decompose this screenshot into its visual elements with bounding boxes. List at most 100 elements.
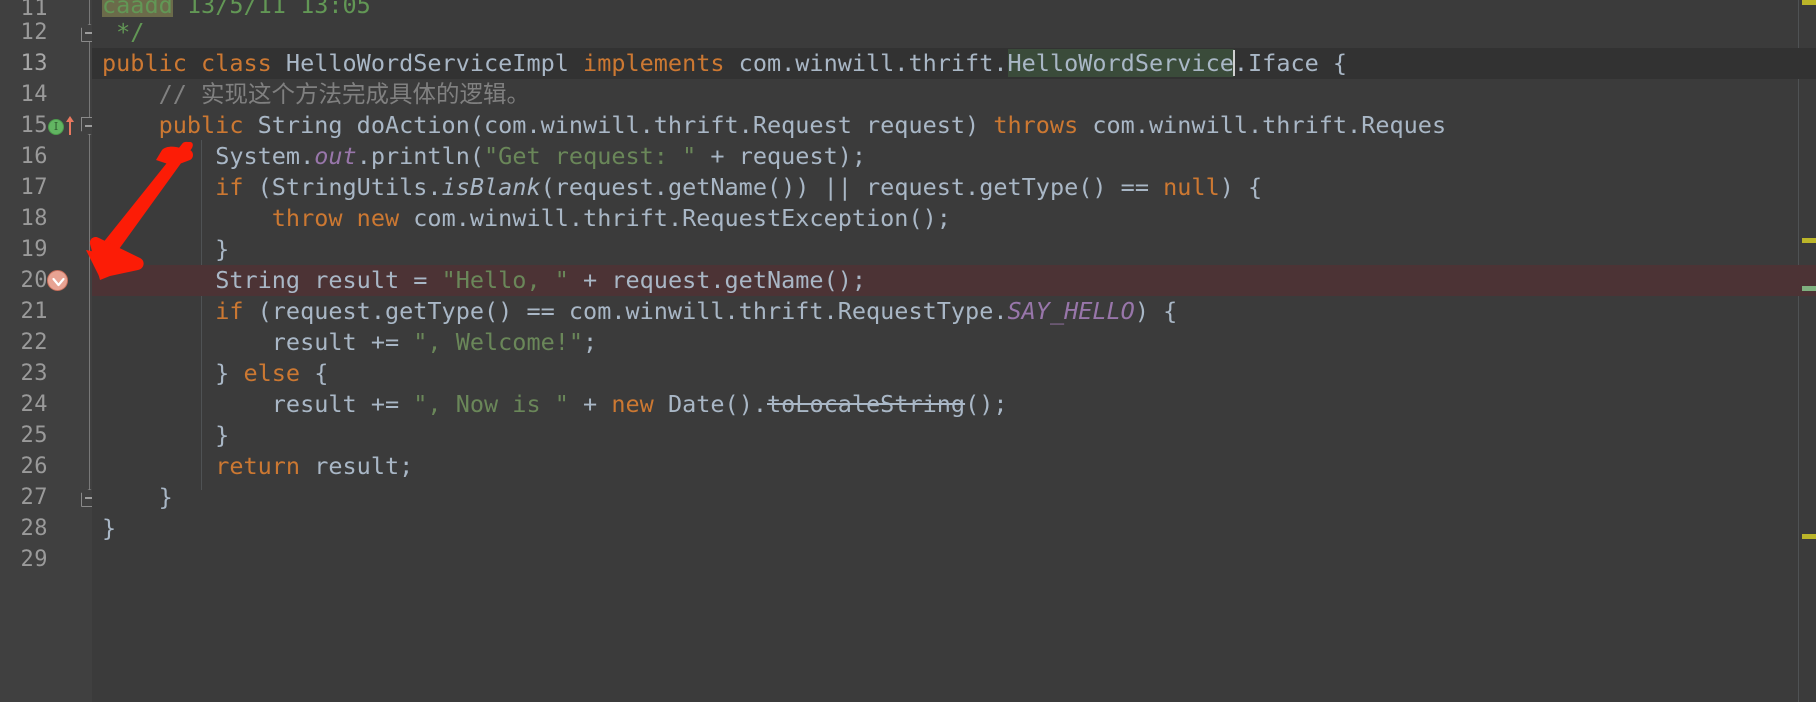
close-brace: } [102, 235, 230, 263]
info-marker[interactable] [1802, 286, 1816, 291]
code-line-17[interactable]: if (StringUtils.isBlank(request.getName(… [92, 172, 1816, 203]
code-line-19[interactable]: } [92, 234, 1816, 265]
line-number: 11 [20, 0, 48, 21]
result-declaration: String result = [215, 266, 442, 294]
concat-getname: + request.getName(); [568, 266, 867, 294]
warning-marker[interactable] [1802, 238, 1816, 243]
line-number: 21 [20, 299, 48, 324]
code-line-18[interactable]: throw new com.winwill.thrift.RequestExce… [92, 203, 1816, 234]
code-line-24[interactable]: result += ", Now is " + new Date().toLoc… [92, 389, 1816, 420]
code-line-11[interactable]: caadd 13/5/11 13:05 [92, 0, 1816, 17]
gutter-row-23[interactable]: 23 [0, 358, 92, 389]
code-line-22[interactable]: result += ", Welcome!"; [92, 327, 1816, 358]
gutter-row-15[interactable]: 15 I [0, 110, 98, 141]
editor-gutter[interactable]: 11 12 13 14 15 I 16 17 18 19 20 21 22 23… [0, 0, 98, 702]
gutter-row-12[interactable]: 12 [0, 17, 98, 48]
gutter-row-28[interactable]: 28 [0, 513, 92, 544]
gutter-row-20[interactable]: 20 [0, 265, 92, 296]
line-number: 23 [20, 361, 48, 386]
implementing-method-icon[interactable]: I [48, 116, 74, 135]
keyword-throw: throw [271, 204, 343, 232]
line-number: 29 [20, 547, 48, 572]
class-close-brace: } [102, 514, 117, 542]
gutter-row-19[interactable]: 19 [0, 234, 92, 265]
code-line-21[interactable]: if (request.getType() == com.winwill.thr… [92, 296, 1816, 327]
gutter-row-14[interactable]: 14 [0, 79, 92, 110]
out-field: out [314, 142, 357, 170]
code-line-12[interactable]: */ [92, 17, 1816, 48]
breakpoint-check-icon [52, 277, 65, 287]
code-text-area[interactable]: caadd 13/5/11 13:05 */ public class Hell… [92, 0, 1816, 702]
line-number: 13 [20, 51, 48, 76]
open-brace: { [300, 359, 329, 387]
code-line-28[interactable]: } [92, 513, 1816, 544]
string-literal-hello: "Hello, " [441, 266, 569, 294]
gutter-row-11[interactable]: 11 [0, 0, 92, 21]
code-line-27[interactable]: } [92, 482, 1816, 513]
line-number: 19 [20, 237, 48, 262]
interface-package: com.winwill.thrift. [724, 49, 1008, 77]
line-number: 26 [20, 454, 48, 479]
keyword-new: new [342, 204, 400, 232]
date-construction: Date(). [653, 390, 767, 418]
warning-marker[interactable] [1802, 534, 1816, 539]
line-comment-chinese: // 实现这个方法完成具体的逻辑。 [102, 80, 531, 108]
system-ref: System. [215, 142, 315, 170]
close-brace: } [102, 421, 230, 449]
gutter-row-22[interactable]: 22 [0, 327, 92, 358]
implementing-method-arrow-icon [66, 116, 74, 135]
gutter-row-29[interactable]: 29 [0, 544, 92, 575]
return-value: result; [300, 452, 414, 480]
code-line-25[interactable]: } [92, 420, 1816, 451]
warning-marker[interactable] [1802, 0, 1816, 5]
code-line-16[interactable]: System.out.println("Get request: " + req… [92, 141, 1816, 172]
concat-request: + request); [696, 142, 867, 170]
line-number: 25 [20, 423, 48, 448]
gutter-row-26[interactable]: 26 [0, 451, 92, 482]
code-line-14[interactable]: // 实现这个方法完成具体的逻辑。 [92, 79, 1816, 110]
gutter-row-25[interactable]: 25 [0, 420, 92, 451]
class-name: HelloWordServiceImpl [271, 49, 584, 77]
line-number: 28 [20, 516, 48, 541]
method-name: doAction [356, 111, 470, 139]
line-number: 24 [20, 392, 48, 417]
code-line-15[interactable]: public String doAction(com.winwill.thrif… [92, 110, 1816, 141]
gutter-row-21[interactable]: 21 [0, 296, 92, 327]
code-line-29[interactable] [92, 544, 1816, 575]
code-line-13[interactable]: public class HelloWordServiceImpl implem… [92, 48, 1816, 79]
keyword-null: null [1163, 173, 1220, 201]
line-number: 22 [20, 330, 48, 355]
line-number: 17 [20, 175, 48, 200]
code-line-23[interactable]: } else { [92, 358, 1816, 389]
gutter-row-13[interactable]: 13 [0, 48, 92, 79]
string-literal-welcome: ", Welcome!" [413, 328, 584, 356]
println-call: .println( [356, 142, 485, 170]
concat-op: + [568, 390, 612, 418]
keyword-return: return [215, 452, 301, 480]
keyword-if: if [215, 173, 244, 201]
keyword-public: public [158, 111, 244, 139]
semicolon: ; [583, 328, 598, 356]
call-close: (); [965, 390, 1008, 418]
gutter-row-16[interactable]: 16 [0, 141, 92, 172]
gutter-row-17[interactable]: 17 [0, 172, 92, 203]
gutter-row-18[interactable]: 18 [0, 203, 92, 234]
gutter-row-27[interactable]: 27 [0, 482, 98, 513]
isblank-static-method: isBlank [441, 173, 541, 201]
line-number: 14 [20, 82, 48, 107]
marker-gutter[interactable] [1802, 0, 1816, 702]
gutter-row-24[interactable]: 24 [0, 389, 92, 420]
breakpoint-verified-icon[interactable] [47, 270, 68, 291]
code-line-20[interactable]: String result = "Hello, " + request.getN… [92, 265, 1816, 296]
code-editor[interactable]: 11 12 13 14 15 I 16 17 18 19 20 21 22 23… [0, 0, 1816, 702]
requesttype-ref: (request.getType() == com.winwill.thrift… [243, 297, 1008, 325]
condition-close: ) { [1134, 297, 1178, 325]
close-brace: } [102, 359, 244, 387]
javadoc-close: */ [102, 18, 145, 46]
code-line-26[interactable]: return result; [92, 451, 1816, 482]
keyword-public: public [102, 49, 187, 77]
